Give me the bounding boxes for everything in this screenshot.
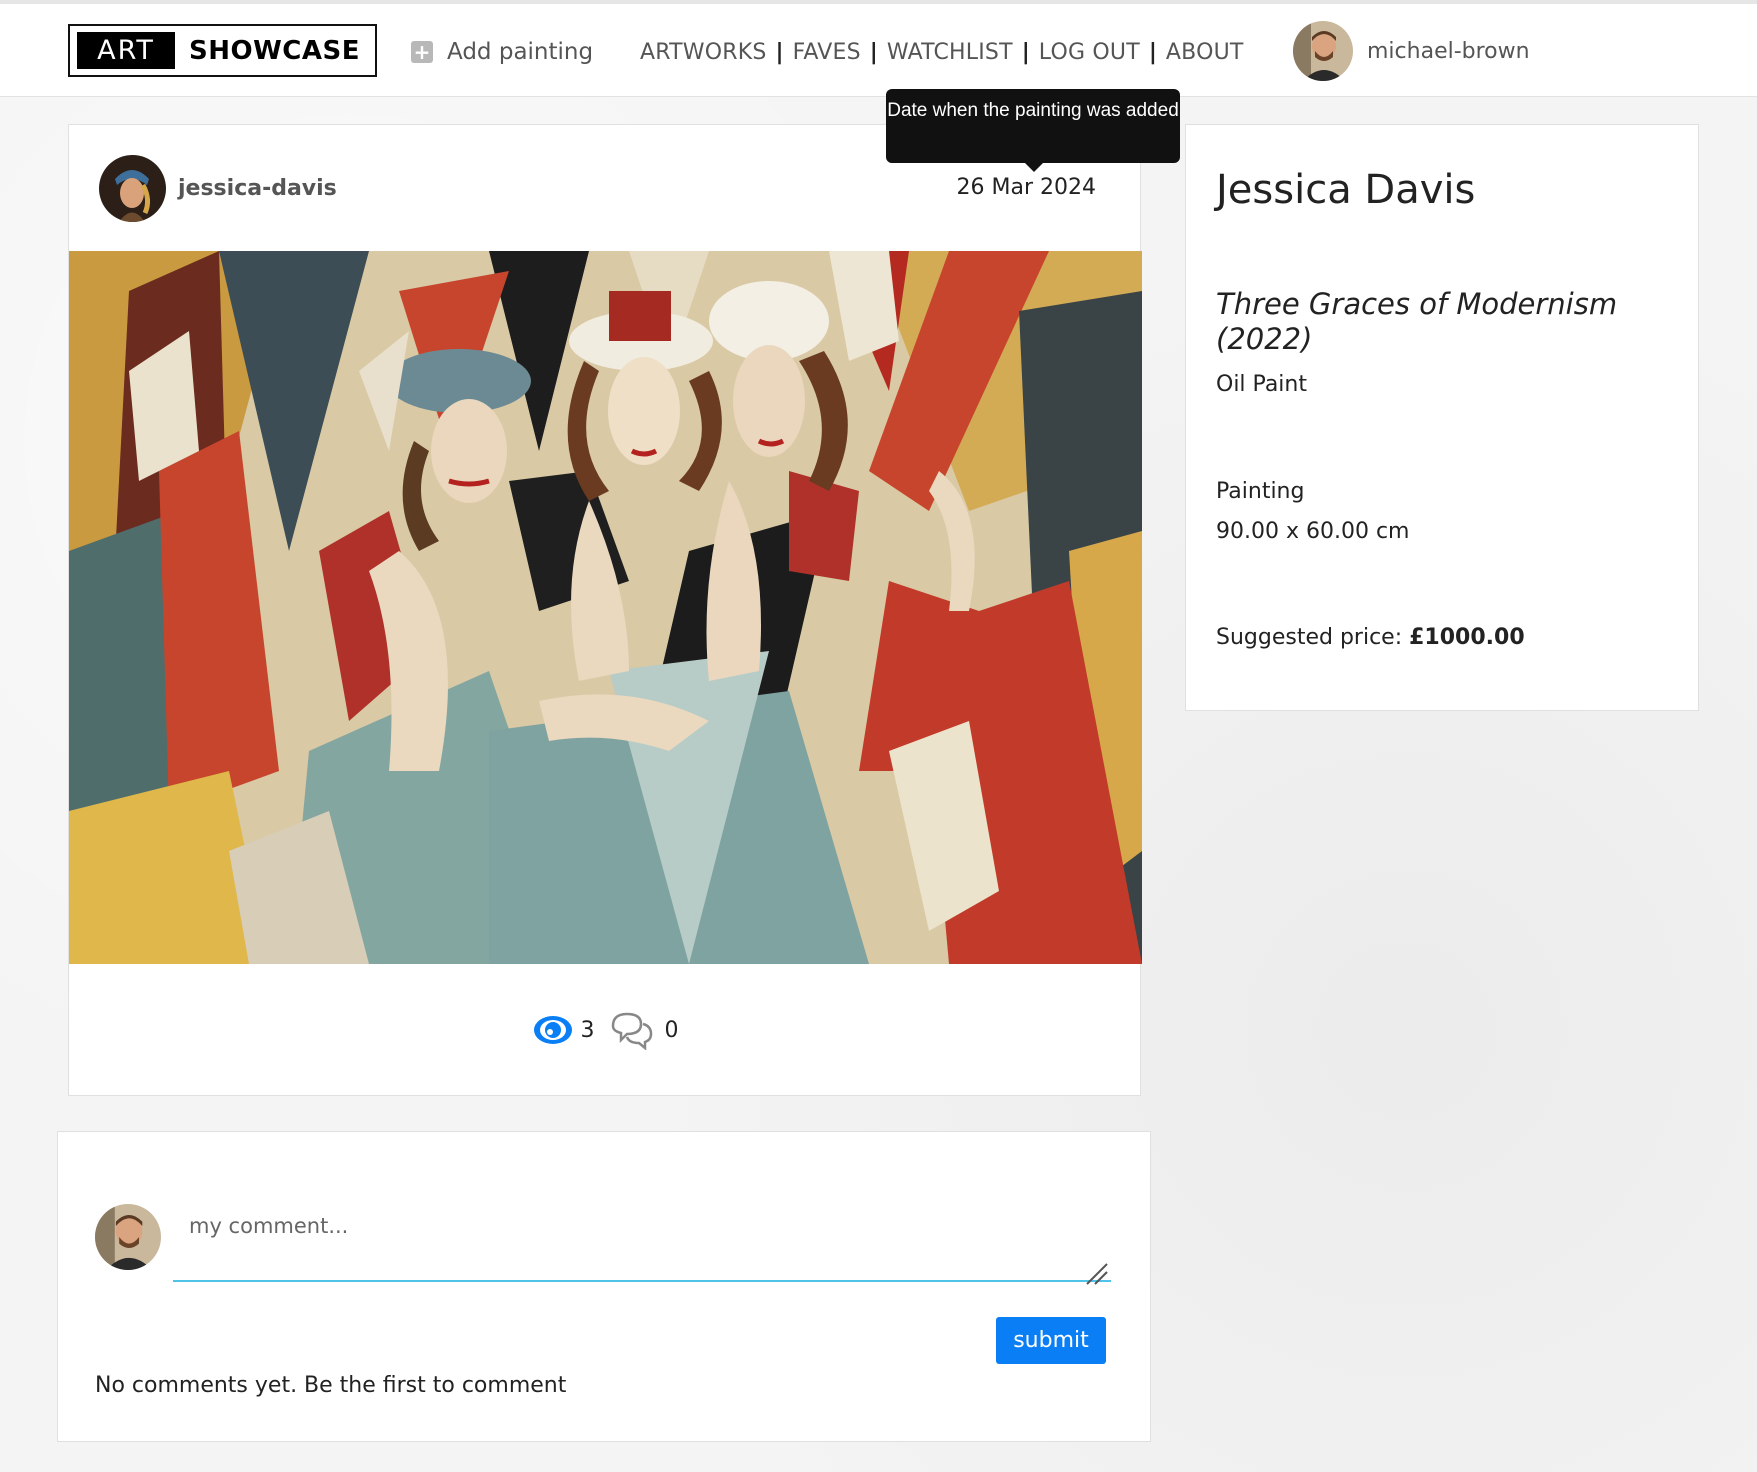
nav-separator: | [1148,39,1157,65]
comment-bubbles-icon [611,1012,652,1050]
artist-name: Jessica Davis [1216,167,1476,213]
nav-logout[interactable]: LOG OUT [1039,40,1140,65]
nav-separator: | [775,39,784,65]
brand-logo[interactable]: ART SHOWCASE [68,24,377,77]
author-username: jessica-davis [178,176,337,201]
no-comments-message: No comments yet. Be the first to comment [95,1373,567,1398]
add-painting-link[interactable]: + Add painting [411,34,593,70]
date-added[interactable]: 26 Mar 2024 [957,175,1096,200]
date-tooltip: Date when the painting was added [886,89,1180,172]
comments-count: 0 [664,1017,679,1043]
nav-links: ARTWORKS | FAVES | WATCHLIST | LOG OUT |… [640,34,1244,70]
nav-watchlist[interactable]: WATCHLIST [887,40,1013,65]
brand-art-text: ART [77,32,175,69]
painting-details-card: Jessica Davis Three Graces of Modernism … [1185,124,1699,711]
nav-artworks[interactable]: ARTWORKS [640,40,767,65]
comment-input[interactable] [173,1192,1111,1282]
brand-showcase-text: SHOWCASE [189,35,360,66]
nav-separator: | [869,39,878,65]
suggested-price: Suggested price: £1000.00 [1216,625,1525,650]
nav-separator: | [1021,39,1030,65]
nav-about[interactable]: ABOUT [1166,40,1244,65]
author-avatar [99,155,166,222]
eye-icon[interactable] [533,1014,573,1046]
submit-button[interactable]: submit [996,1317,1106,1364]
user-avatar [1293,21,1353,81]
painting-category: Painting [1216,479,1305,504]
plus-square-icon: + [411,41,433,63]
price-value: £1000.00 [1409,625,1525,650]
commenter-avatar [95,1204,161,1270]
painting-title: Three Graces of Modernism (2022) [1216,287,1618,356]
username-label: michael-brown [1367,38,1530,64]
comment-section: submit No comments yet. Be the first to … [57,1131,1151,1442]
resize-handle-icon[interactable] [1085,1262,1109,1286]
painting-stats: 3 0 [69,1005,1142,1055]
add-painting-label: Add painting [447,39,594,65]
painting-size: 90.00 x 60.00 cm [1216,519,1410,544]
author-link[interactable]: jessica-davis [99,155,337,222]
painting-medium: Oil Paint [1216,372,1307,397]
navbar: ART SHOWCASE + Add painting ARTWORKS | F… [0,4,1757,97]
painting-card: jessica-davis 26 Mar 2024 3 0 [68,124,1142,1096]
views-count: 3 [580,1017,595,1043]
nav-faves[interactable]: FAVES [793,40,861,65]
user-menu[interactable]: michael-brown [1293,21,1530,81]
painting-image[interactable] [69,251,1142,964]
price-label: Suggested price: [1216,625,1403,650]
